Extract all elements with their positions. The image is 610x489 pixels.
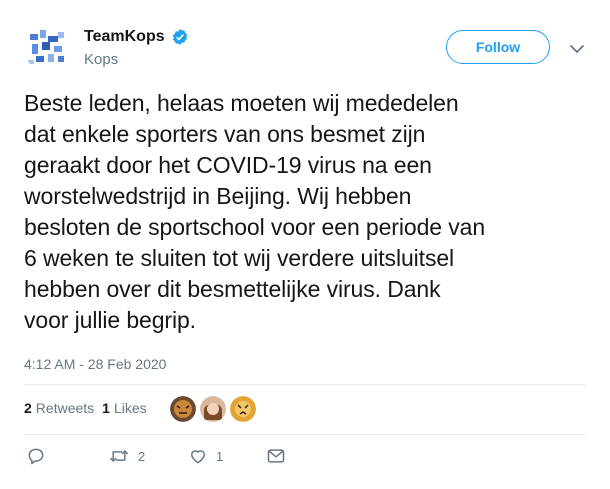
- retweets-label: Retweets: [35, 400, 95, 416]
- tweet-timestamp[interactable]: 4:12 AM - 28 Feb 2020: [24, 356, 166, 372]
- retweet-action-count: 2: [138, 448, 146, 464]
- liker-avatar[interactable]: [170, 396, 196, 422]
- direct-message-button[interactable]: [266, 446, 286, 466]
- verified-badge-icon: [172, 29, 187, 45]
- likes-stat[interactable]: 1 Likes: [102, 400, 146, 416]
- tweet-actions: 2 1: [24, 446, 324, 470]
- liker-avatar[interactable]: [230, 396, 256, 422]
- reply-icon: [28, 448, 44, 465]
- author-name-row[interactable]: TeamKops: [84, 28, 189, 46]
- divider-bottom: [24, 434, 586, 435]
- abstract-blue-avatar-icon: [24, 24, 72, 72]
- tweet-stats: 2 Retweets 1 Likes: [24, 400, 155, 416]
- author-handle[interactable]: Kops: [84, 51, 118, 68]
- liker-avatars: [170, 396, 256, 422]
- avatar[interactable]: [24, 24, 72, 72]
- like-action-count: 1: [216, 448, 224, 464]
- display-name[interactable]: TeamKops: [84, 28, 165, 46]
- likes-label: Likes: [113, 400, 147, 416]
- retweets-count: 2: [24, 400, 32, 416]
- heart-icon: [191, 450, 205, 464]
- follow-button[interactable]: Follow: [446, 30, 550, 64]
- like-button[interactable]: 1: [188, 446, 223, 466]
- retweet-button[interactable]: 2: [108, 446, 145, 466]
- retweets-stat[interactable]: 2 Retweets: [24, 400, 94, 416]
- retweet-icon: [109, 450, 129, 462]
- chevron-down-icon[interactable]: [568, 40, 586, 58]
- reply-button[interactable]: [26, 446, 46, 466]
- message-icon: [267, 449, 285, 463]
- likes-count: 1: [102, 400, 110, 416]
- divider-top: [24, 384, 586, 385]
- liker-avatar[interactable]: [200, 396, 226, 422]
- tweet-text: Beste leden, helaas moeten wij mededelen…: [24, 90, 486, 333]
